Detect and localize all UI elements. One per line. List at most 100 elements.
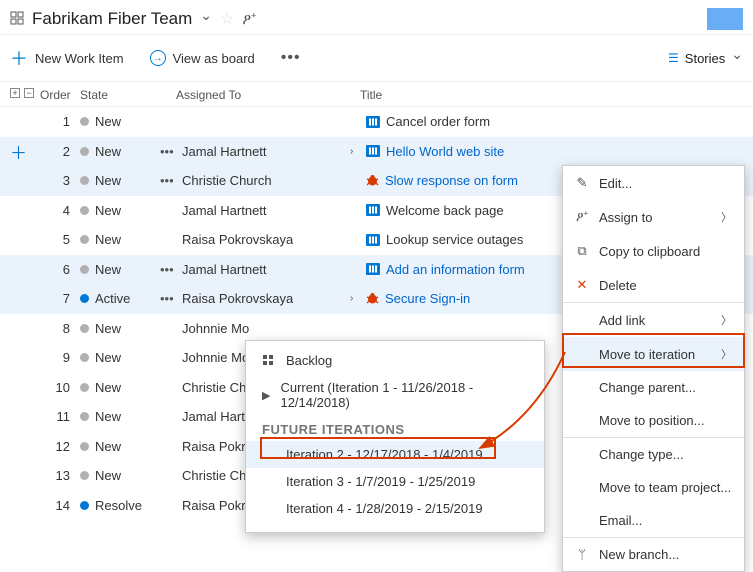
submenu-current[interactable]: ▶ Current (Iteration 1 - 11/26/2018 - 12… — [246, 374, 544, 416]
state-dot-icon — [80, 117, 89, 126]
row-order: 1 — [40, 114, 70, 129]
table-row[interactable]: 1NewCancel order form — [0, 107, 753, 137]
ctx-change-type[interactable]: Change type... — [563, 438, 744, 471]
row-order: 13 — [40, 468, 70, 483]
state-dot-icon — [80, 501, 89, 510]
submenu-iter4[interactable]: Iteration 4 - 1/28/2019 - 2/15/2019 — [246, 495, 544, 522]
state-dot-icon — [80, 353, 89, 362]
favorite-star-icon[interactable]: ☆ — [220, 9, 234, 29]
ctx-move-position[interactable]: Move to position... — [563, 404, 744, 437]
new-work-item-button[interactable]: ＋ New Work Item — [10, 45, 124, 71]
state-dot-icon — [80, 206, 89, 215]
branch-icon: ᛘ — [575, 547, 589, 562]
chevron-down-icon — [731, 50, 743, 67]
row-state: New — [70, 321, 160, 336]
row-order: 11 — [40, 409, 70, 424]
more-actions-icon[interactable]: ••• — [281, 49, 301, 67]
col-state[interactable]: State — [70, 88, 160, 102]
ctx-add-link[interactable]: Add link 〉 — [563, 303, 744, 337]
person-icon: ዖ⁺ — [575, 209, 589, 225]
context-menu: ✎ Edit... ዖ⁺ Assign to 〉 ⧉ Copy to clipb… — [562, 165, 745, 572]
ctx-delete[interactable]: ✕ Delete — [563, 268, 744, 302]
submenu-iter3[interactable]: Iteration 3 - 1/7/2019 - 1/25/2019 — [246, 468, 544, 495]
ctx-copy[interactable]: ⧉ Copy to clipboard — [563, 234, 744, 268]
row-order: 5 — [40, 232, 70, 247]
new-work-item-label: New Work Item — [35, 51, 124, 66]
ctx-assign[interactable]: ዖ⁺ Assign to 〉 — [563, 200, 744, 234]
delete-icon: ✕ — [575, 277, 589, 293]
row-state: New — [70, 173, 160, 188]
row-order: 10 — [40, 380, 70, 395]
ctx-edit-label: Edit... — [599, 176, 632, 191]
user-story-icon — [366, 116, 380, 128]
row-assigned: •••Christie Church — [160, 173, 350, 188]
bug-icon — [366, 292, 379, 305]
submenu-backlog[interactable]: Backlog — [246, 347, 544, 374]
ctx-move-team[interactable]: Move to team project... — [563, 471, 744, 504]
state-dot-icon — [80, 442, 89, 451]
col-order[interactable]: Order — [40, 88, 70, 102]
col-assigned[interactable]: Assigned To — [160, 88, 350, 102]
user-story-icon — [366, 145, 380, 157]
state-dot-icon — [80, 383, 89, 392]
state-dot-icon — [80, 471, 89, 480]
ctx-email-label: Email... — [599, 513, 642, 528]
backlog-icon — [262, 355, 276, 367]
row-state: New — [70, 439, 160, 454]
user-story-icon — [366, 204, 380, 216]
bug-icon — [366, 174, 379, 187]
ctx-assign-label: Assign to — [599, 210, 652, 225]
ctx-email[interactable]: Email... — [563, 504, 744, 537]
stories-dropdown[interactable]: ☰ Stories — [668, 50, 743, 67]
col-title[interactable]: Title — [350, 88, 743, 102]
view-as-board-label: View as board — [173, 51, 255, 66]
row-order: 9 — [40, 350, 70, 365]
row-title[interactable]: ›Hello World web site — [350, 144, 743, 159]
row-title: Cancel order form — [350, 114, 743, 129]
state-dot-icon — [80, 265, 89, 274]
team-dropdown-icon[interactable] — [200, 11, 212, 28]
ctx-copy-label: Copy to clipboard — [599, 244, 700, 259]
page-header: Fabrikam Fiber Team ☆ ዖ⁺ — [0, 0, 753, 35]
row-state: New — [70, 203, 160, 218]
annotation-highlight-iteration — [260, 437, 496, 459]
chevron-right-icon: 〉 — [721, 209, 732, 225]
state-dot-icon — [80, 147, 89, 156]
ctx-movepos-label: Move to position... — [599, 413, 705, 428]
row-order: 3 — [40, 173, 70, 188]
chevron-right-icon: 〉 — [721, 312, 732, 328]
team-name[interactable]: Fabrikam Fiber Team — [32, 9, 192, 29]
pencil-icon: ✎ — [575, 175, 589, 191]
row-order: 12 — [40, 439, 70, 454]
stories-icon: ☰ — [668, 51, 679, 65]
row-assigned: •••Jamal Hartnett — [160, 144, 350, 159]
ctx-new-branch[interactable]: ᛘ New branch... — [563, 538, 744, 571]
submenu-iter4-label: Iteration 4 - 1/28/2019 - 2/15/2019 — [286, 501, 483, 516]
submenu-iter3-label: Iteration 3 - 1/7/2019 - 1/25/2019 — [286, 474, 475, 489]
plus-icon: ＋ — [10, 45, 28, 71]
state-dot-icon — [80, 294, 89, 303]
state-dot-icon — [80, 176, 89, 185]
toolbar: ＋ New Work Item → View as board ••• ☰ St… — [0, 35, 753, 82]
row-order: 6 — [40, 262, 70, 277]
stories-label: Stories — [685, 51, 725, 66]
ctx-delete-label: Delete — [599, 278, 637, 293]
expand-all-icon[interactable]: + — [10, 88, 20, 98]
ctx-edit[interactable]: ✎ Edit... — [563, 166, 744, 200]
row-order: 7 — [40, 291, 70, 306]
avatar-placeholder[interactable] — [707, 8, 743, 30]
column-headers: + − Order State Assigned To Title — [0, 82, 753, 107]
row-order: 14 — [40, 498, 70, 513]
add-child-icon[interactable]: ＋ — [10, 139, 27, 164]
table-row[interactable]: ＋2New•••Jamal Hartnett›Hello World web s… — [0, 137, 753, 167]
team-members-icon[interactable]: ዖ⁺ — [242, 11, 256, 28]
state-dot-icon — [80, 235, 89, 244]
team-icon — [10, 11, 24, 28]
ctx-change-parent[interactable]: Change parent... — [563, 371, 744, 404]
row-order: 8 — [40, 321, 70, 336]
row-assigned: •••Raisa Pokrovskaya — [160, 291, 350, 306]
row-assigned: Johnnie Mo — [160, 321, 350, 336]
view-as-board-button[interactable]: → View as board — [150, 50, 255, 66]
collapse-all-icon[interactable]: − — [24, 88, 34, 98]
row-state: Active — [70, 291, 160, 306]
